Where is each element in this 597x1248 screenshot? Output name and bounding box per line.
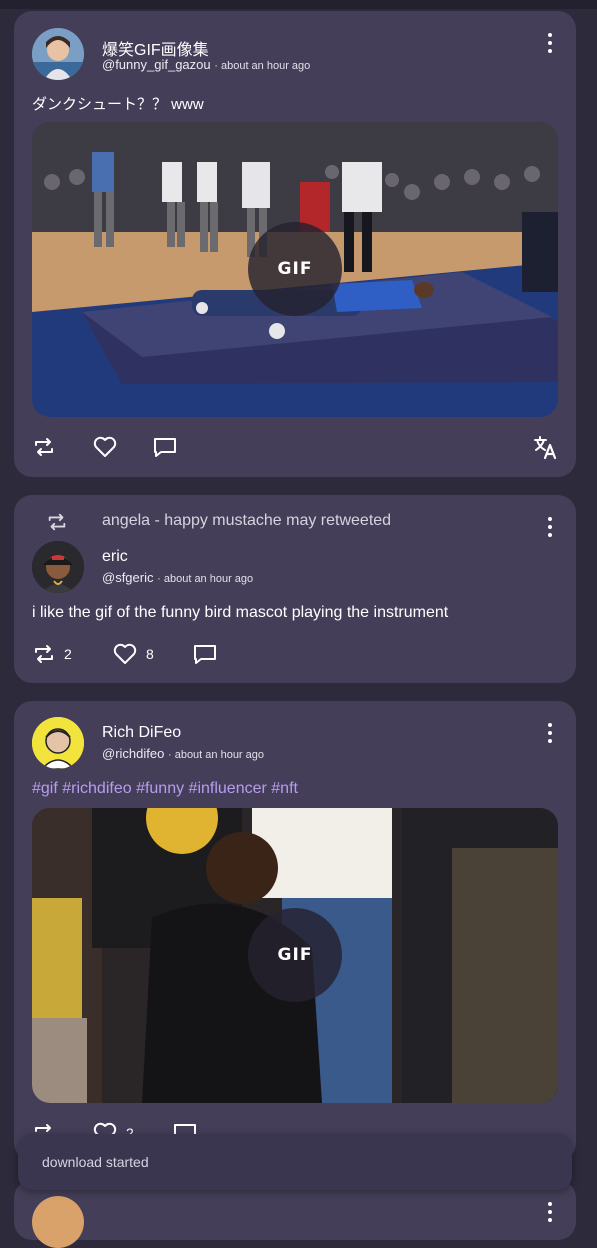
more-options-icon[interactable] [546,721,554,745]
like-button[interactable]: 8 [112,642,154,666]
post-card[interactable]: 爆笑GIF画像集 @funny_gif_gazou · about an hou… [14,11,576,477]
heart-icon [113,643,137,664]
handle-line: @funny_gif_gazou · about an hour ago [102,57,310,72]
avatar-image [32,717,84,769]
reply-icon [194,645,216,664]
retweet-icon [48,513,66,531]
display-name[interactable]: Rich DiFeo [102,724,181,742]
toast-message: download started [42,1154,149,1170]
gif-badge[interactable]: GIF [248,908,342,1002]
more-options-icon[interactable] [546,1200,554,1224]
gif-media[interactable]: GIF [32,808,558,1103]
more-options-icon[interactable] [546,515,554,539]
post-card[interactable]: Rich DiFeo @richdifeo · about an hour ag… [14,701,576,1161]
handle[interactable]: @funny_gif_gazou [102,57,211,72]
reply-button[interactable] [152,435,178,459]
hashtags[interactable]: #gif #richdifeo #funny #influencer #nft [32,780,298,798]
retweeted-indicator [46,511,68,533]
post-card[interactable]: angela - happy mustache may retweeted er… [14,495,576,683]
reply-button[interactable] [192,642,218,666]
retweet-button[interactable] [32,435,56,459]
timestamp: · about an hour ago [167,749,265,761]
post-text: ダンクシュート？？ www [32,96,204,113]
retweet-icon [35,645,53,663]
translate-icon [534,436,557,460]
heart-icon [93,436,117,457]
gif-badge[interactable]: GIF [248,222,342,316]
display-name[interactable]: eric [102,548,128,566]
timestamp: · about an hour ago [157,573,254,585]
avatar-image [32,28,84,80]
handle[interactable]: @sfgeric [102,570,154,585]
download-toast: download started [18,1134,572,1190]
post-text: i like the gif of the funny bird mascot … [32,604,449,621]
gif-media[interactable]: GIF [32,122,558,417]
avatar[interactable] [32,717,84,769]
translate-button[interactable] [532,434,558,460]
retweeted-by-label[interactable]: angela - happy mustache may retweeted [102,512,391,530]
like-count: 8 [146,646,154,662]
retweet-icon [35,438,53,456]
avatar[interactable] [32,28,84,80]
handle[interactable]: @richdifeo [102,746,164,761]
retweet-button[interactable]: 2 [32,642,72,666]
timestamp: · about an hour ago [214,60,311,72]
reply-icon [154,438,176,457]
handle-line: @sfgeric · about an hour ago [102,570,253,585]
like-button[interactable] [92,435,118,459]
avatar[interactable] [32,541,84,593]
retweet-count: 2 [64,646,72,662]
more-options-icon[interactable] [546,31,554,55]
status-bar-strip [0,0,597,9]
avatar[interactable] [32,1196,84,1248]
handle-line: @richdifeo · about an hour ago [102,746,264,761]
avatar-image [32,541,84,593]
